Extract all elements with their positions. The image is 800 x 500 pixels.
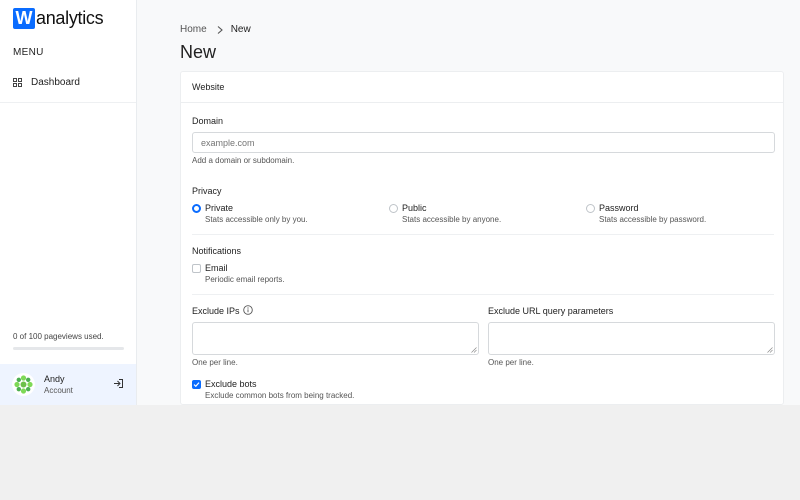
exclude-params-textarea[interactable]	[488, 322, 775, 355]
email-checkbox[interactable]	[192, 264, 201, 273]
exclude-params-help: One per line.	[488, 358, 534, 367]
privacy-option-label: Public	[402, 203, 427, 213]
chevron-right-icon	[217, 25, 223, 34]
account-button[interactable]: Andy Account	[0, 364, 136, 405]
logout-icon[interactable]	[113, 378, 124, 389]
usage-progress-bar	[13, 347, 124, 350]
exclude-ips-label: Exclude IPs	[192, 306, 240, 316]
logo-mark: W	[13, 8, 35, 29]
privacy-option-label: Password	[599, 203, 639, 213]
menu-title: MENU	[13, 47, 44, 58]
card-title: Website	[181, 72, 783, 103]
main-content: Home New New Website Domain Add a domain…	[137, 0, 800, 405]
account-subtitle: Account	[44, 385, 73, 395]
privacy-option-desc: Stats accessible only by you.	[205, 215, 308, 224]
privacy-label: Privacy	[192, 186, 222, 196]
domain-input[interactable]	[192, 132, 775, 153]
account-info: Andy Account	[44, 373, 73, 397]
domain-help: Add a domain or subdomain.	[192, 156, 295, 165]
privacy-option-desc: Stats accessible by anyone.	[402, 215, 502, 224]
privacy-option-label: Private	[205, 203, 234, 213]
logo[interactable]: W analytics	[13, 8, 104, 29]
website-form-card: Website Domain Add a domain or subdomain…	[180, 71, 784, 405]
sidebar-item-label: Dashboard	[31, 76, 80, 88]
info-icon[interactable]	[243, 305, 253, 315]
sidebar-divider	[0, 102, 136, 103]
sidebar-item-dashboard[interactable]: Dashboard	[0, 66, 136, 98]
privacy-radio-private[interactable]	[192, 204, 201, 213]
notifications-label: Notifications	[192, 246, 242, 256]
sidebar: W analytics MENU Dashboard 0 of 100 page…	[0, 0, 137, 405]
breadcrumb: Home New	[180, 24, 251, 35]
privacy-option-desc: Stats accessible by password.	[599, 215, 707, 224]
exclude-bots-checkbox[interactable]	[192, 380, 201, 389]
grid-icon	[13, 77, 22, 87]
logo-text: analytics	[36, 8, 104, 28]
section-divider	[192, 234, 774, 235]
privacy-radio-password[interactable]	[586, 204, 595, 213]
section-divider	[192, 294, 774, 295]
exclude-ips-help: One per line.	[192, 358, 238, 367]
page-title: New	[180, 42, 217, 62]
app-window: W analytics MENU Dashboard 0 of 100 page…	[0, 0, 800, 405]
avatar	[12, 373, 35, 396]
exclude-bots-label: Exclude bots	[205, 379, 257, 389]
email-option-desc: Periodic email reports.	[205, 275, 285, 284]
exclude-bots-desc: Exclude common bots from being tracked.	[205, 391, 355, 400]
breadcrumb-home[interactable]: Home	[180, 24, 207, 35]
resize-handle-icon[interactable]	[471, 347, 477, 353]
checkmark-icon	[193, 382, 200, 388]
email-option-label: Email	[205, 263, 228, 273]
domain-label: Domain	[192, 116, 224, 126]
resize-handle-icon[interactable]	[767, 347, 773, 353]
usage-text: 0 of 100 pageviews used.	[13, 332, 104, 341]
account-name: Andy	[44, 373, 65, 384]
privacy-radio-public[interactable]	[389, 204, 398, 213]
exclude-ips-textarea[interactable]	[192, 322, 479, 355]
breadcrumb-current: New	[230, 24, 251, 35]
exclude-params-label: Exclude URL query parameters	[488, 306, 614, 316]
